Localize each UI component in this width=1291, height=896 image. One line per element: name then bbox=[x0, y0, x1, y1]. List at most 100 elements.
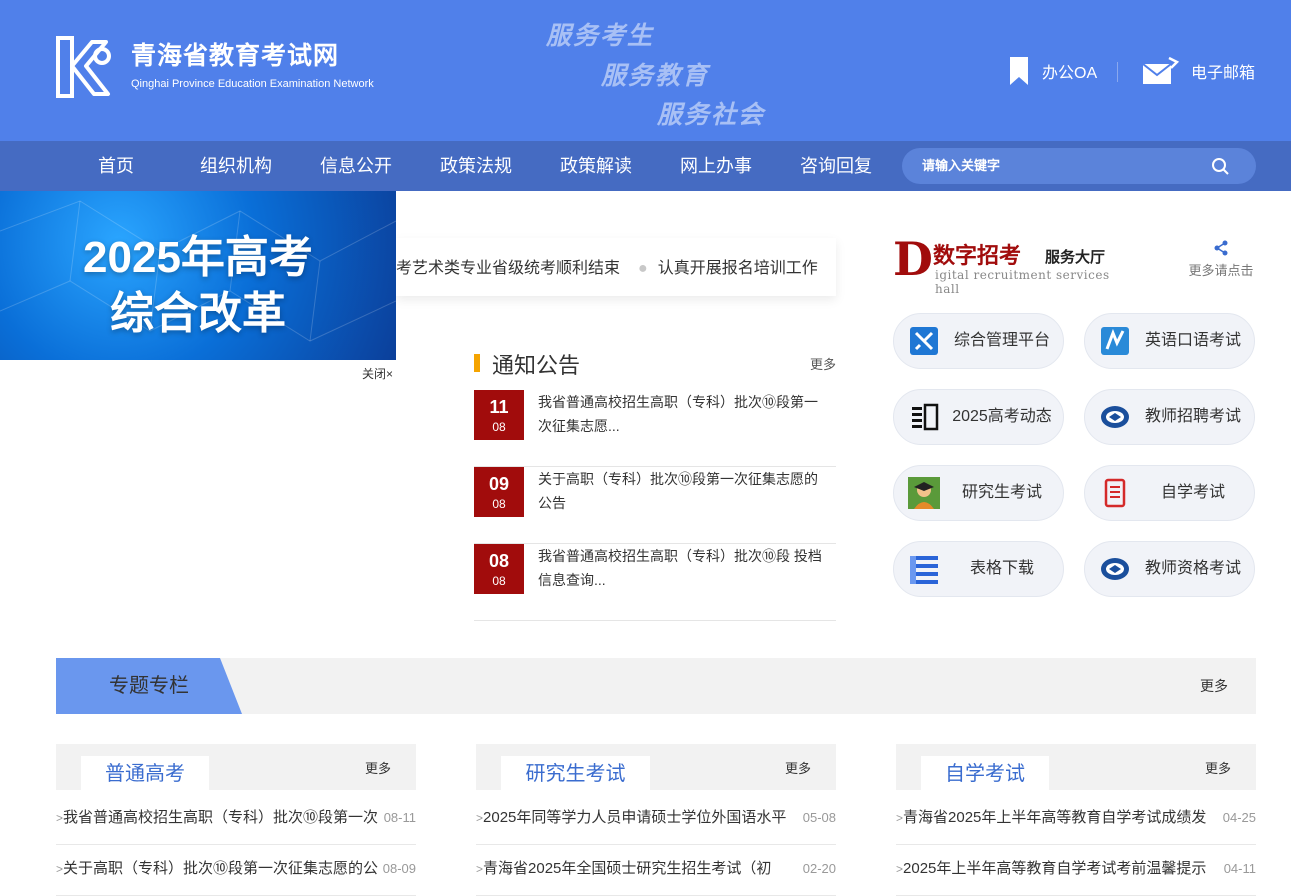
column-header: 研究生考试 更多 bbox=[476, 744, 836, 790]
notice-item[interactable]: 08 08 我省普通高校招生高职（专科）批次⑩段 投档信息查询... bbox=[474, 544, 836, 621]
list-item-title[interactable]: 青海省2025年上半年高等教育自学考试成绩发 bbox=[896, 794, 1218, 842]
column-title[interactable]: 普通高考 bbox=[81, 756, 209, 790]
notice-item[interactable]: 11 08 我省普通高校招生高职（专科）批次⑩段第一次征集志愿... bbox=[474, 390, 836, 467]
date-badge: 08 08 bbox=[474, 544, 524, 594]
header-link-divider bbox=[1117, 62, 1118, 82]
list-item[interactable]: 2025年同等学力人员申请硕士学位外国语水平 05-08 bbox=[476, 794, 836, 845]
service-button-gaokao-news[interactable]: 2025高考动态 bbox=[893, 389, 1064, 445]
notices-header: 通知公告 更多 bbox=[474, 348, 836, 378]
column-more-link[interactable]: 更多 bbox=[1205, 758, 1231, 777]
list-item[interactable]: 我省普通高校招生高职（专科）批次⑩段第一次 08-11 bbox=[56, 794, 416, 845]
ticker-separator: ● bbox=[638, 260, 648, 277]
column-gaokao: 普通高考 更多 我省普通高校招生高职（专科）批次⑩段第一次 08-11 关于高职… bbox=[56, 744, 416, 896]
notices-title: 通知公告 bbox=[492, 353, 581, 378]
site-subtitle: Qinghai Province Education Examination N… bbox=[131, 78, 374, 90]
news-list-icon bbox=[912, 403, 939, 431]
column-more-link[interactable]: 更多 bbox=[785, 758, 811, 777]
office-oa-link[interactable]: 办公OA bbox=[1008, 56, 1097, 86]
notices-more-link[interactable]: 更多 bbox=[810, 354, 836, 373]
notice-item[interactable]: 09 08 关于高职（专科）批次⑩段第一次征集志愿的公告 bbox=[474, 467, 836, 544]
ticker-item[interactable]: 认真开展报名培训工作 bbox=[658, 260, 818, 277]
topics-more-link[interactable]: 更多 bbox=[1200, 658, 1228, 714]
date-day: 08 bbox=[488, 551, 510, 571]
date-day: 11 bbox=[489, 397, 509, 417]
service-button-graduate-exam[interactable]: 研究生考试 bbox=[893, 465, 1064, 521]
floating-ad-banner[interactable]: 2025年高考 综合改革 bbox=[0, 191, 396, 360]
hall-logo-title: 数字招考 bbox=[933, 243, 1022, 269]
date-badge: 11 08 bbox=[474, 390, 524, 440]
service-label: 2025高考动态 bbox=[952, 408, 1052, 425]
ticker-item[interactable]: 考艺术类专业省级统考顺利结束 bbox=[396, 260, 620, 277]
list-item-title[interactable]: 2025年同等学力人员申请硕士学位外国语水平 bbox=[476, 794, 798, 842]
site-title[interactable]: 青海省教育考试网 bbox=[131, 36, 339, 72]
column-title[interactable]: 自学考试 bbox=[921, 756, 1049, 790]
nav-item-home[interactable]: 首页 bbox=[56, 141, 176, 191]
teacher-qualification-icon bbox=[1101, 558, 1129, 580]
service-button-teacher-recruitment[interactable]: 教师招聘考试 bbox=[1084, 389, 1255, 445]
nav-item-consultation[interactable]: 咨询回复 bbox=[776, 141, 896, 191]
list-item-date: 04-25 bbox=[1222, 810, 1256, 825]
notice-title[interactable]: 我省普通高校招生高职（专科）批次⑩段 投档信息查询... bbox=[538, 544, 830, 592]
nav-item-info-disclosure[interactable]: 信息公开 bbox=[296, 141, 416, 191]
service-label: 教师资格考试 bbox=[1144, 560, 1241, 577]
list-item[interactable]: 2025年上半年高等教育自学考试考前温馨提示 04-11 bbox=[896, 845, 1256, 896]
list-item-date: 05-08 bbox=[802, 810, 836, 825]
hall-logo-letter: D bbox=[893, 232, 933, 286]
nav-item-organization[interactable]: 组织机构 bbox=[176, 141, 296, 191]
service-button-form-download[interactable]: 表格下载 bbox=[893, 541, 1064, 597]
service-label: 综合管理平台 bbox=[953, 332, 1050, 349]
list-item-date: 02-20 bbox=[802, 861, 836, 876]
list-item[interactable]: 关于高职（专科）批次⑩段第一次征集志愿的公 08-09 bbox=[56, 845, 416, 896]
column-header: 自学考试 更多 bbox=[896, 744, 1256, 790]
service-label: 表格下载 bbox=[969, 560, 1034, 577]
list-item-title[interactable]: 我省普通高校招生高职（专科）批次⑩段第一次 bbox=[56, 794, 378, 842]
topics-title: 专题专栏 bbox=[109, 675, 189, 697]
close-ad-button[interactable]: 关闭× bbox=[362, 365, 393, 382]
ad-headline-line2: 综合改革 bbox=[110, 289, 286, 338]
service-button-self-study-exam[interactable]: 自学考试 bbox=[1084, 465, 1255, 521]
list-item-date: 08-11 bbox=[383, 810, 416, 825]
graduate-student-icon bbox=[908, 477, 940, 509]
search-box bbox=[902, 148, 1256, 184]
more-services-label: 更多请点击 bbox=[1188, 263, 1254, 278]
date-badge: 09 08 bbox=[474, 467, 524, 517]
column-title[interactable]: 研究生考试 bbox=[501, 756, 650, 790]
list-item-title[interactable]: 2025年上半年高等教育自学考试考前温馨提示 bbox=[896, 845, 1218, 893]
table-form-icon bbox=[910, 556, 938, 584]
slogan-students: 服务考生 bbox=[546, 21, 655, 50]
notice-title[interactable]: 关于高职（专科）批次⑩段第一次征集志愿的公告 bbox=[538, 467, 830, 515]
notice-title[interactable]: 我省普通高校招生高职（专科）批次⑩段第一次征集志愿... bbox=[538, 390, 830, 438]
hall-logo-english: igital recruitment services hall bbox=[935, 268, 1110, 296]
email-label: 电子邮箱 bbox=[1191, 65, 1256, 82]
column-header: 普通高考 更多 bbox=[56, 744, 416, 790]
date-month: 08 bbox=[492, 574, 506, 588]
site-logo-icon[interactable] bbox=[56, 36, 116, 98]
mail-icon bbox=[1142, 56, 1179, 84]
nav-item-policy-interpretation[interactable]: 政策解读 bbox=[536, 141, 656, 191]
list-item[interactable]: 青海省2025年全国硕士研究生招生考试（初 02-20 bbox=[476, 845, 836, 896]
column-graduate-exam: 研究生考试 更多 2025年同等学力人员申请硕士学位外国语水平 05-08 青海… bbox=[476, 744, 836, 896]
service-button-teacher-qualification[interactable]: 教师资格考试 bbox=[1084, 541, 1255, 597]
bookmark-icon bbox=[1010, 57, 1028, 85]
list-item[interactable]: 青海省2025年上半年高等教育自学考试成绩发 04-25 bbox=[896, 794, 1256, 845]
digital-services-hall-logo[interactable]: D 数字招考 服务大厅 igital recruitment services … bbox=[893, 232, 1123, 296]
service-label: 英语口语考试 bbox=[1144, 332, 1241, 349]
hall-logo-subtitle: 服务大厅 bbox=[1045, 249, 1106, 266]
search-icon[interactable] bbox=[1210, 156, 1230, 176]
nav-item-policies[interactable]: 政策法规 bbox=[416, 141, 536, 191]
nav-item-online-services[interactable]: 网上办事 bbox=[656, 141, 776, 191]
news-ticker: 考艺术类专业省级统考顺利结束 ● 认真开展报名培训工作 bbox=[396, 238, 836, 296]
column-more-link[interactable]: 更多 bbox=[365, 758, 391, 777]
list-item-title[interactable]: 关于高职（专科）批次⑩段第一次征集志愿的公 bbox=[56, 845, 378, 893]
service-label: 研究生考试 bbox=[961, 484, 1042, 501]
list-item-date: 08-09 bbox=[382, 861, 416, 876]
email-link[interactable]: 电子邮箱 bbox=[1141, 56, 1255, 86]
share-icon bbox=[1214, 240, 1228, 256]
search-input[interactable] bbox=[922, 148, 1202, 184]
topics-bar: 专题专栏 更多 bbox=[56, 658, 1256, 714]
service-button-oral-english[interactable]: 英语口语考试 bbox=[1084, 313, 1255, 369]
more-services-link[interactable]: 更多请点击 bbox=[1185, 240, 1257, 279]
slogan-education: 服务教育 bbox=[601, 61, 710, 90]
list-item-title[interactable]: 青海省2025年全国硕士研究生招生考试（初 bbox=[476, 845, 798, 893]
service-button-management-platform[interactable]: 综合管理平台 bbox=[893, 313, 1064, 369]
